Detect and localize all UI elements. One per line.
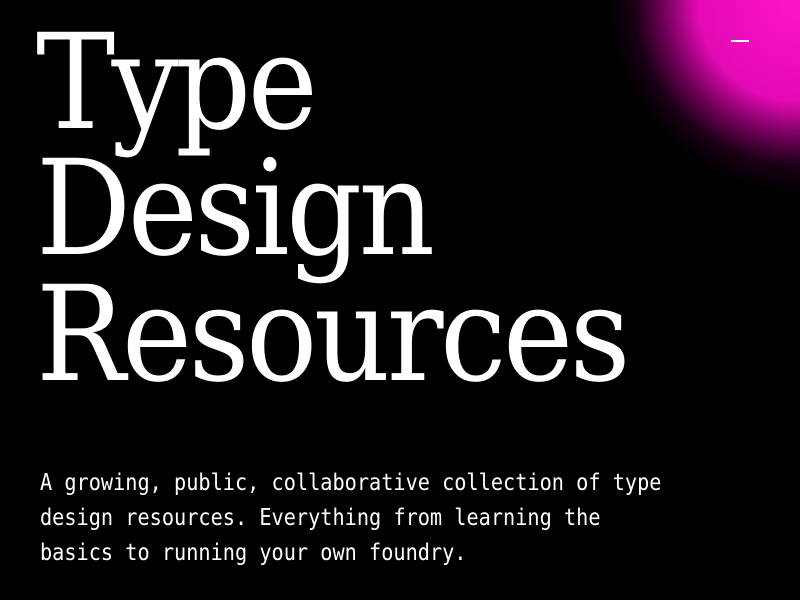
corner-gradient-decoration: [610, 0, 800, 190]
menu-toggle-button[interactable]: [722, 30, 758, 50]
hero-title-line: Design: [36, 132, 435, 286]
hero-title-line: Type: [36, 6, 318, 160]
page: Type Design Resources A growing, public,…: [0, 0, 800, 600]
hero-title: Type Design Resources: [36, 6, 631, 412]
dash-menu-icon: [731, 40, 749, 42]
hero-title-line: Resources: [36, 258, 631, 412]
hero-description: A growing, public, collaborative collect…: [40, 470, 662, 566]
